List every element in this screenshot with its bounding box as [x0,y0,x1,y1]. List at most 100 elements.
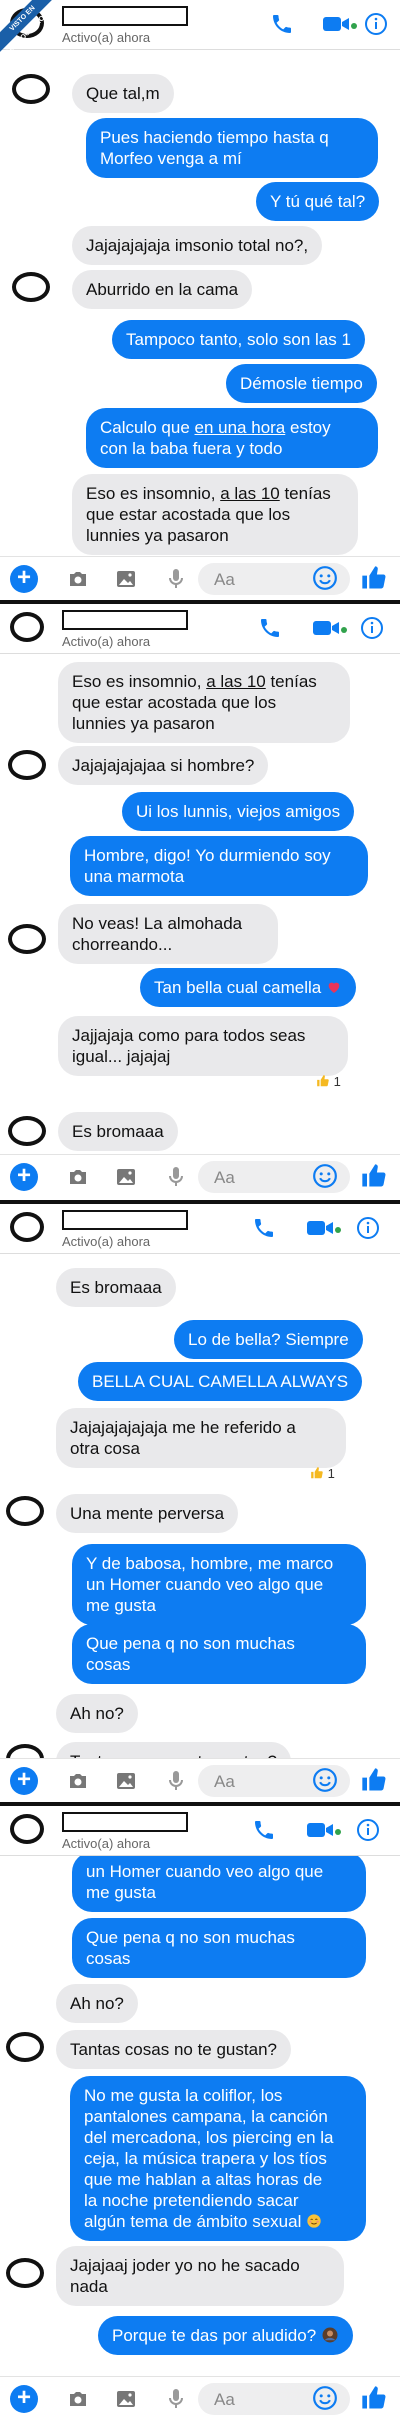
contact-avatar[interactable] [10,612,44,642]
reaction-badge: 1 [316,1074,341,1089]
message-bubble: No veas! La almohada chorreando... [58,904,278,964]
message-bubble: Ah no? [56,1984,138,2023]
contact-avatar-small [8,924,46,954]
chat-panel-3: Activo(a) ahora Es bromaaa Lo de bella? … [0,1204,400,1802]
microphone-icon[interactable] [164,1163,188,1191]
plus-icon[interactable]: + [10,1767,38,1795]
contact-avatar[interactable] [10,1212,44,1242]
message-bubble: Aburrido en la cama [72,270,253,309]
emoji-icon[interactable] [312,565,338,591]
message-bubble: Ah no? [56,1694,138,1733]
chat-panel-4: un Homer cuando veo algo que me gusta Qu… [0,1806,400,2420]
phone-icon[interactable] [258,616,282,640]
message-bubble: BELLA CUAL CAMELLA ALWAYS [78,1362,363,1401]
message-bubble: Eso es insomnio, a las 10 tenías que est… [72,474,358,555]
contact-name-redacted [62,1812,188,1832]
video-call-icon[interactable] [306,1820,336,1840]
like-icon[interactable] [360,1766,388,1794]
watermark-text: VISTO EN CUANTOCABRON.COM [0,0,60,59]
info-icon[interactable] [364,12,388,36]
plus-icon[interactable]: + [10,2385,38,2413]
contact-avatar-small [12,74,50,104]
message-bubble: Démosle tiempo [226,364,377,403]
contact-avatar-small [6,2258,44,2288]
composer-bar: + Aa [0,2376,400,2420]
message-bubble: Lo de bella? Siempre [174,1320,363,1359]
online-dot [335,1829,341,1835]
info-icon[interactable] [356,1216,380,1240]
phone-icon[interactable] [252,1818,276,1842]
watermark-badge: VISTO EN CUANTOCABRON.COM [0,0,60,60]
contact-status: Activo(a) ahora [62,1836,151,1851]
online-dot [335,1227,341,1233]
online-dot [341,627,347,633]
online-dot [351,23,357,29]
gallery-icon[interactable] [114,2387,138,2411]
like-icon[interactable] [360,564,388,592]
composer-bar: + Aa [0,556,400,600]
camera-icon[interactable] [66,1165,90,1189]
phone-icon[interactable] [252,1216,276,1240]
thumbs-up-icon [310,1466,324,1480]
contact-name-redacted [62,1210,188,1230]
contact-name-redacted [62,6,188,26]
message-bubble: Eso es insomnio, a las 10 tenías que est… [58,662,350,743]
message-bubble: Y de babosa, hombre, me marco un Homer c… [72,1544,366,1625]
composer-bar: + Aa [0,1758,400,1802]
chat-header: Activo(a) ahora [0,604,400,654]
camera-icon[interactable] [66,1769,90,1793]
emoji-icon[interactable] [312,1163,338,1189]
gallery-icon[interactable] [114,1769,138,1793]
chat-header: Activo(a) ahora [0,0,400,50]
info-icon[interactable] [360,616,384,640]
composer-bar: + Aa [0,1154,400,1198]
message-bubble: Es bromaaa [56,1268,176,1307]
heart-emoji-icon [326,979,342,995]
thumbs-up-icon [316,1074,330,1088]
chat-header: Activo(a) ahora [0,1806,400,1856]
microphone-icon[interactable] [164,1767,188,1795]
gallery-icon[interactable] [114,1165,138,1189]
emoji-icon[interactable] [312,2385,338,2411]
contact-avatar-small [6,1496,44,1526]
message-bubble: Ui los lunnis, viejos amigos [122,792,355,831]
chat-header: Activo(a) ahora [0,1204,400,1254]
phone-icon[interactable] [270,12,294,36]
message-bubble: Tampoco tanto, solo son las 1 [112,320,365,359]
contact-status: Activo(a) ahora [62,1234,151,1249]
message-bubble: Y tú qué tal? [256,182,380,221]
plus-icon[interactable]: + [10,1163,38,1191]
contact-avatar-small [8,750,46,780]
message-bubble: Tantas cosas no te gustan? [56,2030,291,2069]
emoji-icon[interactable] [312,1767,338,1793]
info-icon[interactable] [356,1818,380,1842]
contact-status: Activo(a) ahora [62,634,151,649]
contact-avatar[interactable] [10,1814,44,1844]
message-bubble: Jajjajaja como para todos seas igual... … [58,1016,348,1076]
contact-avatar-small [12,272,50,302]
microphone-icon[interactable] [164,2385,188,2413]
contact-avatar-small [8,1116,46,1146]
blushing-emoji-icon [306,2213,322,2229]
message-bubble: Que tal,m [72,74,174,113]
contact-status: Activo(a) ahora [62,30,151,45]
microphone-icon[interactable] [164,565,188,593]
message-bubble: Tan bella cual camella [140,968,356,1007]
video-call-icon[interactable] [312,618,342,638]
video-call-icon[interactable] [306,1218,336,1238]
chat-panel-2: Activo(a) ahora Eso es insomnio, a las 1… [0,604,400,1200]
message-bubble: Jajajaaj joder yo no he sacado nada [56,2246,344,2306]
like-icon[interactable] [360,2384,388,2412]
like-icon[interactable] [360,1162,388,1190]
message-bubble: No me gusta la coliflor, los pantalones … [70,2076,366,2241]
message-bubble: Porque te das por aludido? [98,2316,353,2355]
video-call-icon[interactable] [322,14,352,34]
reaction-badge: 1 [310,1466,335,1481]
gallery-icon[interactable] [114,567,138,591]
message-bubble: Jajajajajaja imsonio total no?, [72,226,323,265]
plus-icon[interactable]: + [10,565,38,593]
contact-avatar-small [6,2032,44,2062]
camera-icon[interactable] [66,2387,90,2411]
message-bubble: un Homer cuando veo algo que me gusta [72,1852,366,1912]
camera-icon[interactable] [66,567,90,591]
